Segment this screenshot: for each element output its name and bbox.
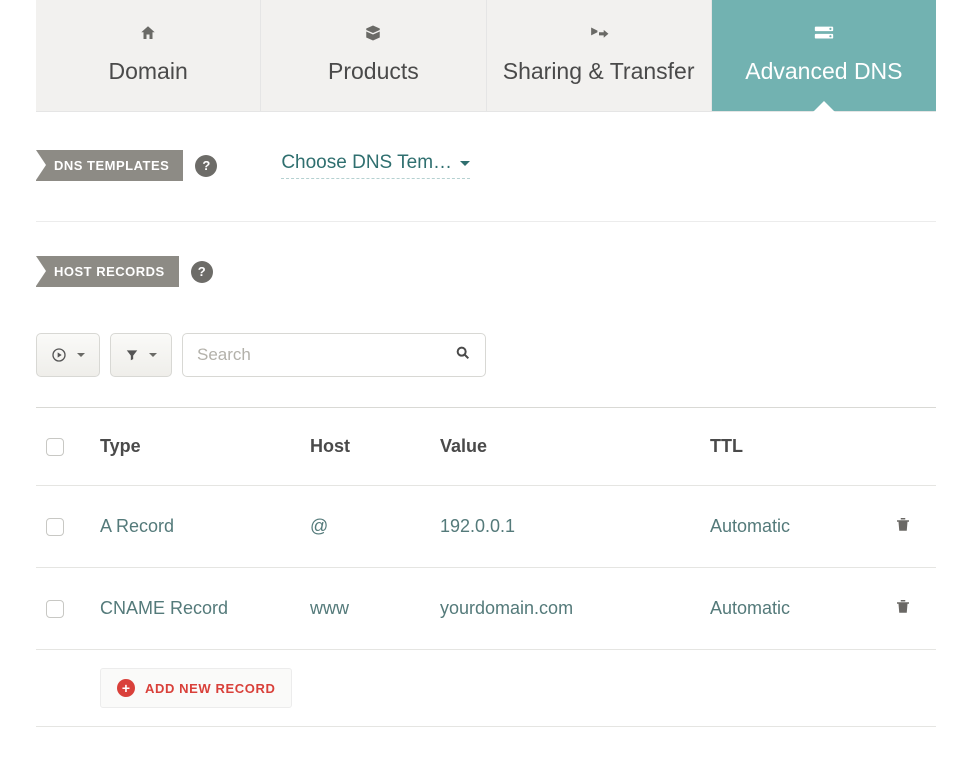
tab-label: Domain — [108, 58, 187, 84]
cell-host[interactable]: www — [310, 598, 440, 619]
help-icon[interactable]: ? — [195, 155, 217, 177]
row-checkbox[interactable] — [46, 600, 64, 618]
cell-value[interactable]: 192.0.0.1 — [440, 516, 710, 537]
share-icon — [487, 24, 711, 44]
cell-ttl[interactable]: Automatic — [710, 598, 860, 619]
server-icon — [712, 24, 936, 44]
chevron-down-icon — [460, 161, 470, 166]
records-toolbar — [36, 333, 936, 377]
cell-type[interactable]: CNAME Record — [100, 598, 310, 619]
trash-icon — [894, 514, 912, 534]
table-row: A Record @ 192.0.0.1 Automatic — [36, 486, 936, 568]
chevron-down-icon — [149, 353, 157, 357]
cell-ttl[interactable]: Automatic — [710, 516, 860, 537]
search-icon[interactable] — [455, 345, 471, 366]
tab-label: Sharing & Transfer — [503, 58, 695, 84]
divider — [36, 221, 936, 222]
cell-host[interactable]: @ — [310, 516, 440, 537]
row-checkbox[interactable] — [46, 518, 64, 536]
chevron-down-icon — [77, 353, 85, 357]
host-records-table: Type Host Value TTL A Record @ 192.0.0.1… — [36, 407, 936, 727]
add-new-record-button[interactable]: + ADD NEW RECORD — [100, 668, 292, 708]
host-records-section: HOST RECORDS ? — [36, 256, 936, 287]
delete-row-button[interactable] — [894, 596, 912, 621]
filter-icon — [125, 348, 139, 362]
table-header-row: Type Host Value TTL — [36, 408, 936, 486]
plus-icon: + — [117, 679, 135, 697]
dns-templates-section: DNS TEMPLATES ? Choose DNS Tem… — [36, 150, 936, 181]
table-row: CNAME Record www yourdomain.com Automati… — [36, 568, 936, 650]
add-row-area: + ADD NEW RECORD — [36, 650, 936, 727]
home-icon — [36, 24, 260, 44]
tab-sharing-transfer[interactable]: Sharing & Transfer — [487, 0, 712, 111]
choose-dns-template-dropdown[interactable]: Choose DNS Tem… — [281, 152, 470, 179]
col-header-value: Value — [440, 436, 710, 457]
search-input[interactable] — [197, 345, 455, 365]
col-header-host: Host — [310, 436, 440, 457]
tab-advanced-dns[interactable]: Advanced DNS — [712, 0, 936, 111]
box-icon — [261, 24, 485, 44]
play-circle-icon — [51, 347, 67, 363]
section-label-dns-templates: DNS TEMPLATES — [36, 150, 183, 181]
delete-row-button[interactable] — [894, 514, 912, 539]
tab-bar: Domain Products Sharing & Transfer Advan… — [36, 0, 936, 112]
cell-value[interactable]: yourdomain.com — [440, 598, 710, 619]
col-header-ttl: TTL — [710, 436, 860, 457]
add-button-label: ADD NEW RECORD — [145, 681, 275, 696]
tab-domain[interactable]: Domain — [36, 0, 261, 111]
section-label-host-records: HOST RECORDS — [36, 256, 179, 287]
dropdown-label: Choose DNS Tem… — [281, 152, 452, 174]
tab-label: Advanced DNS — [745, 58, 902, 84]
select-all-checkbox[interactable] — [46, 438, 64, 456]
col-header-type: Type — [100, 436, 310, 457]
tab-products[interactable]: Products — [261, 0, 486, 111]
search-box — [182, 333, 486, 377]
help-icon[interactable]: ? — [191, 261, 213, 283]
actions-dropdown-button[interactable] — [36, 333, 100, 377]
trash-icon — [894, 596, 912, 616]
cell-type[interactable]: A Record — [100, 516, 310, 537]
filter-dropdown-button[interactable] — [110, 333, 172, 377]
tab-label: Products — [328, 58, 419, 84]
